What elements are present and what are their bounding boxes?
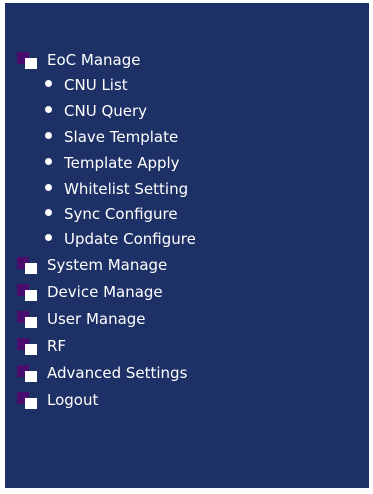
menu-section-label: EoC Manage <box>47 51 141 69</box>
submenu-item-cnu-list[interactable]: CNU List <box>45 74 128 96</box>
bullet-icon <box>45 208 52 216</box>
bullet-icon <box>45 233 52 241</box>
folder-icon <box>17 51 37 69</box>
nav-menu: EoC Manage CNU List CNU Query Slave Temp… <box>5 3 369 488</box>
submenu-item-whitelist-setting[interactable]: Whitelist Setting <box>45 178 188 200</box>
submenu-item-label: CNU Query <box>64 102 148 120</box>
menu-section-label: RF <box>47 337 67 355</box>
submenu-item-label: Slave Template <box>64 128 179 146</box>
submenu-item-label: Update Configure <box>64 230 196 248</box>
menu-section-label: User Manage <box>47 310 146 328</box>
menu-section-logout[interactable]: Logout <box>5 388 98 412</box>
submenu-item-cnu-query[interactable]: CNU Query <box>45 100 147 122</box>
submenu-item-label: Sync Configure <box>64 205 178 223</box>
submenu-item-slave-template[interactable]: Slave Template <box>45 126 178 148</box>
menu-section-label: Logout <box>47 391 99 409</box>
menu-section-system-manage[interactable]: System Manage <box>5 253 167 277</box>
menu-section-label: System Manage <box>47 256 168 274</box>
folder-icon <box>17 391 37 409</box>
folder-icon <box>17 364 37 382</box>
menu-section-user-manage[interactable]: User Manage <box>5 307 146 331</box>
submenu-item-update-configure[interactable]: Update Configure <box>45 228 196 250</box>
menu-section-label: Device Manage <box>47 283 163 301</box>
bullet-icon <box>45 157 52 165</box>
menu-section-rf[interactable]: RF <box>5 334 66 358</box>
menu-section-advanced-settings[interactable]: Advanced Settings <box>5 361 187 385</box>
submenu-item-template-apply[interactable]: Template Apply <box>45 152 180 174</box>
menu-section-label: Advanced Settings <box>47 364 188 382</box>
submenu-item-label: Whitelist Setting <box>64 180 189 198</box>
bullet-icon <box>45 105 52 113</box>
folder-icon <box>17 256 37 274</box>
submenu-item-label: CNU List <box>64 76 128 94</box>
nav-frame: EoC Manage CNU List CNU Query Slave Temp… <box>5 3 369 488</box>
folder-icon <box>17 310 37 328</box>
bullet-icon <box>45 131 52 139</box>
bullet-icon <box>45 79 52 87</box>
menu-section-eoc-manage[interactable]: EoC Manage <box>5 48 140 72</box>
bullet-icon <box>45 183 52 191</box>
folder-icon <box>17 283 37 301</box>
menu-section-device-manage[interactable]: Device Manage <box>5 280 163 304</box>
folder-icon <box>17 337 37 355</box>
submenu-item-sync-configure[interactable]: Sync Configure <box>45 203 178 225</box>
submenu-item-label: Template Apply <box>64 154 180 172</box>
